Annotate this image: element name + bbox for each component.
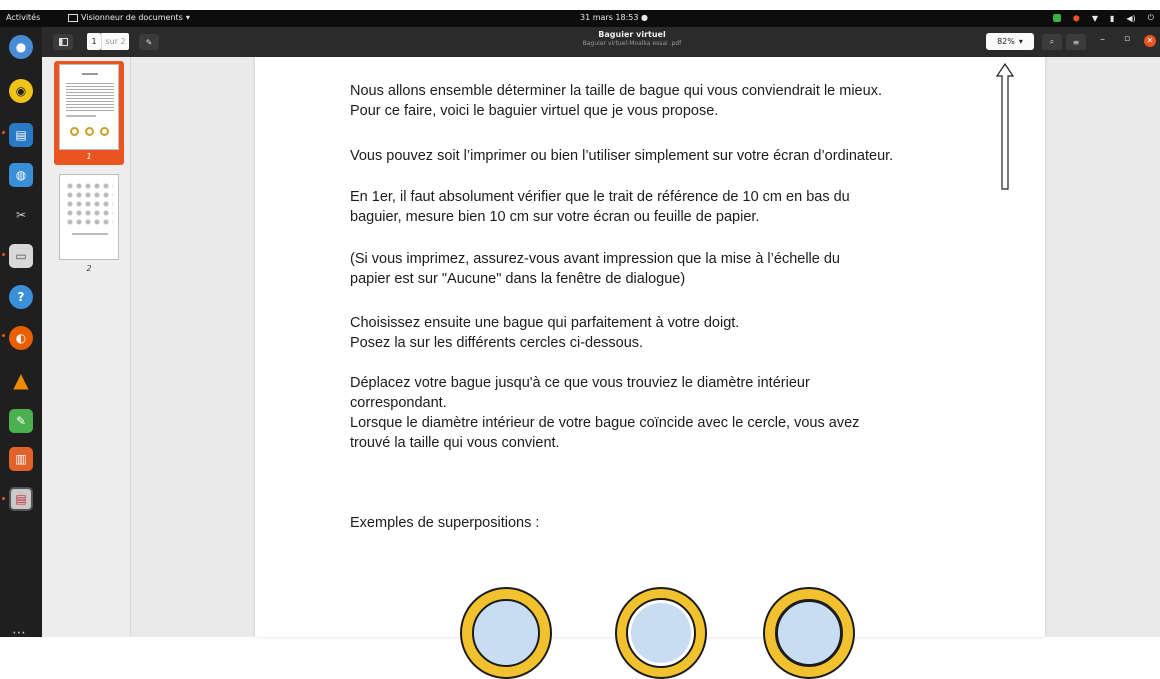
thumbnail-page-2[interactable] <box>59 174 119 260</box>
header-bar: 1 sur 2 ✎ Baguier virtuel Baguier virtue… <box>42 27 1160 57</box>
document-page: Nous allons ensemble déterminer la taill… <box>255 57 1045 679</box>
maximize-button[interactable]: ▫ <box>1124 34 1130 44</box>
clock-text: 31 mars 18:53 <box>580 13 639 22</box>
dock: ● ◉ ▤ ◍ ✂ ▭ ? ◐ ▲ ✎ ▥ ▤ ⋯ <box>0 27 42 641</box>
sidebar-toggle-button[interactable] <box>53 34 73 50</box>
software-center-icon[interactable]: ◍ <box>9 163 33 187</box>
document-filename: Baguier virtuel-Moalka essai .pdf <box>582 40 682 47</box>
battery-icon[interactable]: ▮ <box>1110 14 1114 23</box>
sidebar-icon <box>58 38 68 46</box>
paragraph-print-or-screen: Vous pouvez soit l’imprimer ou bien l’ut… <box>350 148 894 164</box>
paragraph-move-ring: Déplacez votre bague jusqu'à ce que vous… <box>350 375 860 451</box>
clock[interactable]: 31 mars 18:53 ● <box>580 13 648 22</box>
minimize-button[interactable]: – <box>1100 34 1105 45</box>
volume-icon[interactable]: ◀) <box>1126 14 1135 23</box>
image-editor-icon[interactable]: ✎ <box>9 409 33 433</box>
thumbnail-selected-1[interactable]: 1 <box>54 61 124 165</box>
page-total-label: sur 2 <box>101 33 129 50</box>
firefox-icon[interactable]: ◐ <box>9 326 33 350</box>
zoom-selector[interactable]: 82% ▾ <box>986 33 1034 50</box>
thumbnail-sidebar: 1 2 <box>42 57 131 637</box>
window-title: Baguier virtuel Baguier virtuel-Moalka e… <box>532 30 732 47</box>
ring-example-3 <box>763 587 855 679</box>
document-viewer-icon[interactable]: ▤ <box>9 487 33 511</box>
activities-button[interactable]: Activités <box>6 13 40 22</box>
hamburger-menu-icon: ≡ <box>1072 37 1080 47</box>
rhythmbox-icon[interactable]: ◉ <box>9 79 33 103</box>
thumbnail-label-1: 1 <box>86 152 92 161</box>
close-button[interactable]: ✕ <box>1144 35 1156 47</box>
search-button[interactable]: ⌕ <box>1042 34 1062 50</box>
ubuntu-dock-icon[interactable]: ● <box>9 35 33 59</box>
update-indicator-icon[interactable] <box>1052 14 1061 22</box>
document-viewer-small-icon <box>68 13 78 22</box>
shield-icon[interactable]: ⬢ <box>1073 14 1080 23</box>
annotation-arrow-up-icon <box>996 63 1014 190</box>
ring-example-1 <box>460 587 552 679</box>
app-menu-label: Visionneur de documents <box>81 13 183 22</box>
files-icon[interactable]: ▭ <box>9 244 33 268</box>
paragraph-intro: Nous allons ensemble déterminer la taill… <box>350 83 882 119</box>
system-tray[interactable]: ⬢ ▼ ▮ ◀) ⏻ <box>1052 13 1154 23</box>
menu-button[interactable]: ≡ <box>1066 34 1086 50</box>
notification-dot-icon: ● <box>641 13 649 22</box>
chevron-down-icon: ▾ <box>185 13 190 22</box>
screenshot-icon[interactable]: ✂ <box>9 203 33 227</box>
page-number-input[interactable]: 1 <box>87 33 101 50</box>
annotate-button[interactable]: ✎ <box>139 34 159 50</box>
libreoffice-writer-icon[interactable]: ▤ <box>9 123 33 147</box>
paragraph-choose-ring: Choisissez ensuite une bague qui parfait… <box>350 315 740 351</box>
app-menu[interactable]: Visionneur de documents ▾ <box>68 13 190 22</box>
thumbnail-label-2: 2 <box>86 264 92 273</box>
libreoffice-impress-icon[interactable]: ▥ <box>9 447 33 471</box>
vlc-icon[interactable]: ▲ <box>9 368 33 392</box>
examples-heading: Exemples de superpositions : <box>350 515 540 531</box>
zoom-value: 82% <box>997 37 1015 46</box>
top-bar: Activités Visionneur de documents ▾ 31 m… <box>0 10 1160 27</box>
thumbnail-page-1 <box>59 64 119 150</box>
paragraph-print-scale: (Si vous imprimez, assurez-vous avant im… <box>350 251 840 287</box>
paragraph-reference-line: En 1er, il faut absolument vérifier que … <box>350 189 850 225</box>
wifi-icon[interactable]: ▼ <box>1092 14 1098 23</box>
help-icon[interactable]: ? <box>9 285 33 309</box>
show-applications-icon[interactable]: ⋯ <box>12 625 26 641</box>
search-icon: ⌕ <box>1049 37 1055 46</box>
ring-example-2 <box>615 587 707 679</box>
pencil-icon: ✎ <box>145 37 153 47</box>
chevron-down-icon: ▾ <box>1018 37 1023 46</box>
document-title: Baguier virtuel <box>598 30 666 39</box>
power-icon[interactable]: ⏻ <box>1148 13 1154 23</box>
